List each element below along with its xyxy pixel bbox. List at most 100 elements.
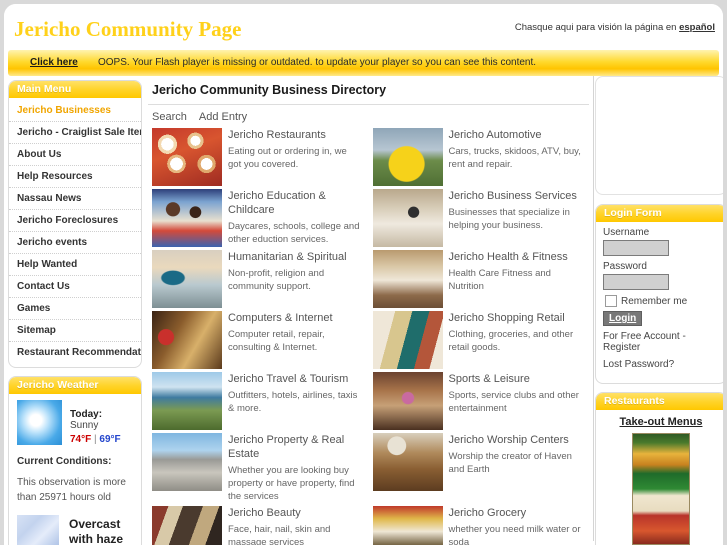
directory-entry-restaurants[interactable]: Jericho Restaurants Eating out or orderi… bbox=[148, 128, 369, 189]
directory-entry-grocery[interactable]: Jericho Grocery whether you need milk wa… bbox=[369, 506, 590, 545]
sidebar-link-about-us[interactable]: About Us bbox=[9, 144, 141, 165]
beauty-photo-icon[interactable] bbox=[152, 506, 222, 545]
restaurants-module-title: Restaurants bbox=[596, 393, 723, 410]
directory-entry-name[interactable]: Jericho Worship Centers bbox=[449, 433, 584, 447]
directory-entry-name[interactable]: Sports & Leisure bbox=[449, 372, 584, 386]
directory-entry-name[interactable]: Jericho Grocery bbox=[449, 506, 584, 520]
directory-entry-name[interactable]: Jericho Property & Real Estate bbox=[228, 433, 363, 461]
directory-entry-education-childcare[interactable]: Jericho Education & Childcare Daycares, … bbox=[148, 189, 369, 250]
sidebar-item-restaurant-recommendation[interactable]: Restaurant Recommendation bbox=[9, 342, 141, 363]
site-header: Jericho Community Page Chasque aqui para… bbox=[4, 4, 723, 50]
sidebar-link-jericho-businesses[interactable]: Jericho Businesses bbox=[9, 100, 141, 121]
sidebar-link-jericho-foreclosures[interactable]: Jericho Foreclosures bbox=[9, 210, 141, 231]
directory-entry-text: Computers & Internet Computer retail, re… bbox=[228, 311, 363, 354]
directory-entry-sports-leisure[interactable]: Sports & Leisure Sports, service clubs a… bbox=[369, 372, 590, 433]
sidebar-link-help-resources[interactable]: Help Resources bbox=[9, 166, 141, 187]
sidebar-item-contact-us[interactable]: Contact Us bbox=[9, 276, 141, 298]
directory-entry-travel-tourism[interactable]: Jericho Travel & Tourism Outfitters, hot… bbox=[148, 372, 369, 433]
remember-me-checkbox[interactable] bbox=[605, 295, 617, 307]
directory-entry-name[interactable]: Jericho Travel & Tourism bbox=[228, 372, 363, 386]
directory-entry-name[interactable]: Humanitarian & Spiritual bbox=[228, 250, 363, 264]
directory-entry-desc: Outfitters, hotels, airlines, taxis & mo… bbox=[228, 390, 358, 414]
flash-click-here-link[interactable]: Click here bbox=[30, 57, 78, 68]
directory-entry-name[interactable]: Jericho Beauty bbox=[228, 506, 363, 520]
directory-entry-desc: Cars, trucks, skidoos, ATV, buy, rent an… bbox=[448, 146, 581, 170]
directory-entry-name[interactable]: Jericho Health & Fitness bbox=[449, 250, 584, 264]
directory-entry-name[interactable]: Jericho Automotive bbox=[449, 128, 584, 142]
directory-entry-shopping-retail[interactable]: Jericho Shopping Retail Clothing, grocer… bbox=[369, 311, 590, 372]
automotive-photo-icon[interactable] bbox=[372, 128, 443, 186]
directory-entry-desc: Whether you are looking buy property or … bbox=[228, 465, 355, 502]
sidebar-item-craiglist-sale-items[interactable]: Jericho - Craiglist Sale Items bbox=[9, 122, 141, 144]
takeout-menus-link[interactable]: Take-out Menus bbox=[620, 416, 703, 428]
weather-low-temp: 69°F bbox=[99, 434, 121, 445]
presto-pizza-flyer-icon[interactable] bbox=[632, 433, 690, 545]
sidebar-item-help-resources[interactable]: Help Resources bbox=[9, 166, 141, 188]
directory-entry-automotive[interactable]: Jericho Automotive Cars, trucks, skidoos… bbox=[369, 128, 590, 189]
directory-entry-name[interactable]: Jericho Business Services bbox=[449, 189, 584, 203]
directory-entry-desc: Eating out or ordering in, we got you co… bbox=[228, 146, 347, 170]
sidebar-item-jericho-businesses[interactable]: Jericho Businesses bbox=[9, 100, 141, 122]
sidebar-link-sitemap[interactable]: Sitemap bbox=[9, 320, 141, 341]
travel-photo-icon[interactable] bbox=[152, 372, 222, 430]
directory-entry-property-real-estate[interactable]: Jericho Property & Real Estate Whether y… bbox=[148, 433, 369, 506]
sidebar-item-games[interactable]: Games bbox=[9, 298, 141, 320]
directory-entry-name[interactable]: Jericho Restaurants bbox=[228, 128, 363, 142]
login-button[interactable]: Login bbox=[603, 311, 643, 326]
directory-entry-worship-centers[interactable]: Jericho Worship Centers Worship the crea… bbox=[369, 433, 590, 506]
directory-entry-business-services[interactable]: Jericho Business Services Businesses tha… bbox=[369, 189, 590, 250]
directory-search-link[interactable]: Search bbox=[152, 111, 187, 123]
directory-entry-humanitarian-spiritual[interactable]: Humanitarian & Spiritual Non-profit, rel… bbox=[148, 250, 369, 311]
directory-grid: Jericho Restaurants Eating out or orderi… bbox=[148, 128, 589, 545]
directory-entry-health-fitness[interactable]: Jericho Health & Fitness Health Care Fit… bbox=[369, 250, 590, 311]
sidebar-link-contact-us[interactable]: Contact Us bbox=[9, 276, 141, 297]
worship-photo-icon[interactable] bbox=[372, 433, 443, 491]
humanitarian-photo-icon[interactable] bbox=[152, 250, 222, 308]
sports-photo-icon[interactable] bbox=[372, 372, 443, 430]
directory-entry-desc: Clothing, groceries, and other retail go… bbox=[448, 329, 574, 353]
shopping-photo-icon[interactable] bbox=[372, 311, 443, 369]
sidebar-item-about-us[interactable]: About Us bbox=[9, 144, 141, 166]
education-photo-icon[interactable] bbox=[152, 189, 222, 247]
directory-entry-computers-internet[interactable]: Computers & Internet Computer retail, re… bbox=[148, 311, 369, 372]
bizservices-photo-icon[interactable] bbox=[372, 189, 443, 247]
directory-entry-text: Jericho Restaurants Eating out or orderi… bbox=[228, 128, 363, 171]
language-switch-link[interactable]: español bbox=[679, 22, 715, 33]
sidebar-link-games[interactable]: Games bbox=[9, 298, 141, 319]
password-label: Password bbox=[603, 261, 647, 272]
sidebar-item-nassau-news[interactable]: Nassau News bbox=[9, 188, 141, 210]
computers-photo-icon[interactable] bbox=[152, 311, 222, 369]
weather-today-text: Today: Sunny 74°F | 69°F bbox=[70, 400, 133, 445]
lost-password-link[interactable]: Lost Password? bbox=[603, 359, 719, 370]
sidebar-link-restaurant-recommendation[interactable]: Restaurant Recommendation bbox=[9, 342, 141, 363]
main-menu-title: Main Menu bbox=[9, 81, 141, 98]
directory-entry-beauty[interactable]: Jericho Beauty Face, hair, nail, skin an… bbox=[148, 506, 369, 545]
page-title: Jericho Community Page bbox=[14, 17, 242, 41]
restaurants-photo-icon[interactable] bbox=[152, 128, 222, 186]
directory-entry-desc: Face, hair, nail, skin and massage servi… bbox=[228, 524, 331, 545]
username-input[interactable] bbox=[603, 240, 669, 256]
sidebar-link-craiglist-sale-items[interactable]: Jericho - Craiglist Sale Items bbox=[9, 122, 141, 143]
sidebar-link-jericho-events[interactable]: Jericho events bbox=[9, 232, 141, 253]
password-input[interactable] bbox=[603, 274, 669, 290]
directory-entry-name[interactable]: Jericho Education & Childcare bbox=[228, 189, 363, 217]
sidebar-item-jericho-events[interactable]: Jericho events bbox=[9, 232, 141, 254]
grocery-photo-icon[interactable] bbox=[372, 506, 443, 545]
sidebar-link-help-wanted[interactable]: Help Wanted bbox=[9, 254, 141, 275]
register-link[interactable]: For Free Account - Register bbox=[603, 331, 719, 353]
directory-entry-text: Jericho Automotive Cars, trucks, skidoos… bbox=[449, 128, 584, 171]
sidebar-item-sitemap[interactable]: Sitemap bbox=[9, 320, 141, 342]
weather-today-row: Today: Sunny 74°F | 69°F bbox=[17, 400, 133, 445]
directory-add-entry-link[interactable]: Add Entry bbox=[199, 111, 247, 123]
sun-icon bbox=[17, 400, 62, 445]
directory-entry-name[interactable]: Computers & Internet bbox=[228, 311, 363, 325]
sidebar-item-jericho-foreclosures[interactable]: Jericho Foreclosures bbox=[9, 210, 141, 232]
directory-entry-name[interactable]: Jericho Shopping Retail bbox=[449, 311, 584, 325]
directory-entry-text: Humanitarian & Spiritual Non-profit, rel… bbox=[228, 250, 363, 293]
health-photo-icon[interactable] bbox=[372, 250, 443, 308]
sidebar-item-help-wanted[interactable]: Help Wanted bbox=[9, 254, 141, 276]
directory-entry-text: Jericho Worship Centers Worship the crea… bbox=[449, 433, 584, 476]
property-photo-icon[interactable] bbox=[152, 433, 222, 491]
remember-me-row[interactable]: Remember me bbox=[605, 295, 719, 307]
sidebar-link-nassau-news[interactable]: Nassau News bbox=[9, 188, 141, 209]
